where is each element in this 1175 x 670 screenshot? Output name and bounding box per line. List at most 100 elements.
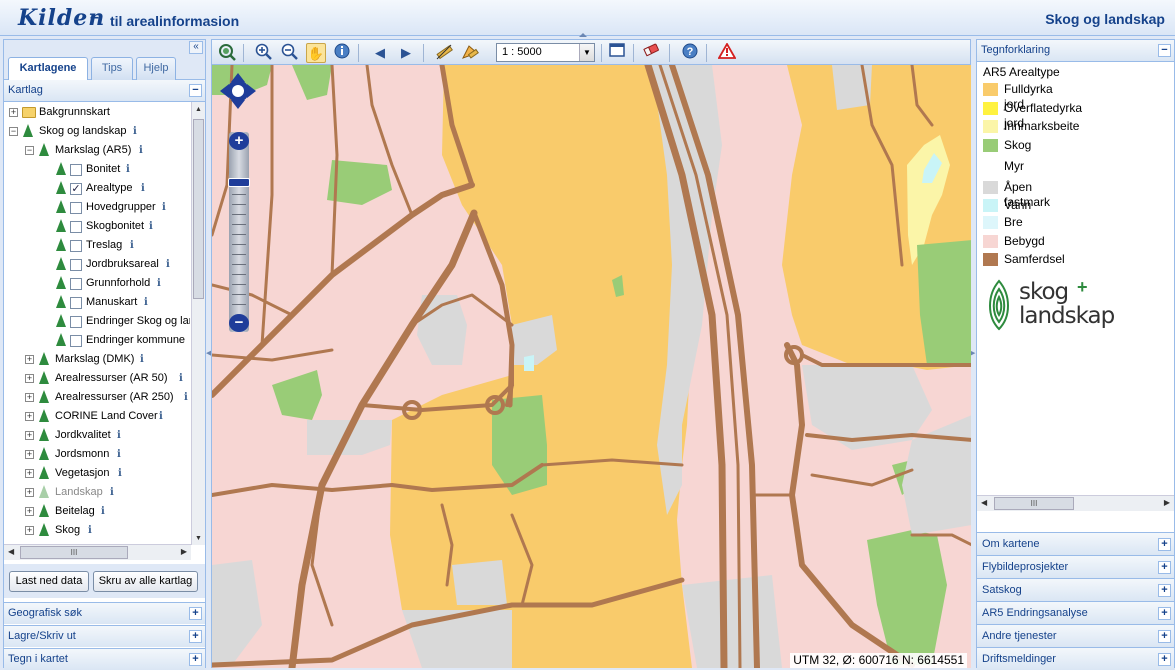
scale-select[interactable]: 1 : 5000 ▼ xyxy=(496,43,595,62)
scroll-right-icon[interactable]: ▶ xyxy=(1164,498,1170,507)
info-icon[interactable]: i xyxy=(130,236,134,255)
section-om-kartene[interactable]: Om kartene + xyxy=(977,532,1174,555)
legend-horizontal-scrollbar[interactable]: ◀ III ▶ xyxy=(977,495,1174,511)
info-icon[interactable]: i xyxy=(133,122,137,141)
tree-item-endringer-skog[interactable]: Endringer Skog og lar xyxy=(4,312,190,331)
info-icon[interactable]: i xyxy=(110,483,114,502)
layer-checkbox[interactable] xyxy=(70,164,82,176)
expand-icon[interactable]: + xyxy=(25,412,34,421)
expand-icon[interactable]: + xyxy=(25,526,34,535)
zoom-slider[interactable]: + − xyxy=(228,132,250,332)
layer-checkbox[interactable] xyxy=(70,278,82,290)
info-icon[interactable]: i xyxy=(141,179,145,198)
info-icon[interactable]: i xyxy=(144,293,148,312)
scroll-left-icon[interactable]: ◀ xyxy=(981,498,987,507)
info-icon[interactable]: i xyxy=(88,521,92,540)
section-satskog[interactable]: Satskog + xyxy=(977,578,1174,601)
map-view[interactable]: + − UTM 32, Ø: 600716 N: 6614551 xyxy=(211,65,971,668)
expand-icon[interactable]: + xyxy=(25,450,34,459)
layer-checkbox[interactable] xyxy=(70,202,82,214)
info-icon[interactable]: i xyxy=(159,407,163,426)
zoom-out-icon[interactable] xyxy=(280,43,300,63)
tree-vertical-scrollbar[interactable]: ▲ ▼ xyxy=(191,102,205,545)
zoom-plus-button[interactable]: + xyxy=(229,132,249,150)
layer-checkbox[interactable] xyxy=(70,240,82,252)
tab-hjelp[interactable]: Hjelp xyxy=(136,57,176,80)
tab-kartlagene[interactable]: Kartlagene xyxy=(8,57,88,81)
expand-icon[interactable]: + xyxy=(1158,607,1171,620)
download-data-button[interactable]: Last ned data xyxy=(9,571,89,592)
info-icon[interactable]: i xyxy=(126,160,130,179)
info-icon[interactable]: i xyxy=(162,198,166,217)
collapse-icon[interactable]: − xyxy=(1158,44,1171,57)
help-icon[interactable]: ? xyxy=(680,43,700,63)
identify-icon[interactable] xyxy=(332,43,352,63)
expand-icon[interactable]: + xyxy=(25,469,34,478)
scroll-up-icon[interactable]: ▲ xyxy=(195,106,202,113)
collapse-left-panel-button[interactable]: « xyxy=(189,41,203,54)
layer-checkbox[interactable] xyxy=(70,221,82,233)
info-icon[interactable]: i xyxy=(157,274,161,293)
expand-icon[interactable]: + xyxy=(1158,653,1171,666)
warning-icon[interactable] xyxy=(717,42,737,63)
tab-tips[interactable]: Tips xyxy=(91,57,133,80)
zoom-in-icon[interactable] xyxy=(254,43,274,63)
section-lagre-skriv-ut[interactable]: Lagre/Skriv ut + xyxy=(4,625,205,647)
scroll-thumb[interactable]: III xyxy=(20,546,128,559)
legend-header[interactable]: Tegnforklaring − xyxy=(977,40,1174,62)
info-icon[interactable]: i xyxy=(184,388,188,407)
collapse-header-icon[interactable] xyxy=(579,33,587,37)
info-icon[interactable]: i xyxy=(117,426,121,445)
info-icon[interactable]: i xyxy=(166,255,170,274)
expand-icon[interactable]: + xyxy=(1158,538,1171,551)
expand-icon[interactable]: + xyxy=(189,653,202,666)
zoom-extent-icon[interactable] xyxy=(217,43,237,63)
layer-checkbox[interactable] xyxy=(70,335,82,347)
collapse-icon[interactable]: − xyxy=(189,84,202,97)
turn-off-layers-button[interactable]: Skru av alle kartlag xyxy=(93,571,198,592)
section-andre-tjenester[interactable]: Andre tjenester + xyxy=(977,624,1174,647)
expand-icon[interactable]: + xyxy=(1158,561,1171,574)
info-icon[interactable]: i xyxy=(139,141,143,160)
zoom-slider-handle[interactable] xyxy=(228,178,250,187)
info-icon[interactable]: i xyxy=(101,502,105,521)
section-flybildeprosjekter[interactable]: Flybildeprosjekter + xyxy=(977,555,1174,578)
expand-icon[interactable]: + xyxy=(25,355,34,364)
expand-icon[interactable]: + xyxy=(1158,584,1171,597)
expand-icon[interactable]: + xyxy=(189,630,202,643)
expand-icon[interactable]: + xyxy=(25,393,34,402)
chevron-down-icon[interactable]: ▼ xyxy=(579,44,594,61)
expand-icon[interactable]: + xyxy=(25,488,34,497)
expand-icon[interactable]: + xyxy=(25,507,34,516)
info-icon[interactable]: i xyxy=(118,464,122,483)
layer-checkbox[interactable] xyxy=(70,316,82,328)
map-canvas[interactable] xyxy=(212,65,971,668)
scroll-right-icon[interactable]: ▶ xyxy=(181,547,187,556)
section-tegn-i-kartet[interactable]: Tegn i kartet + xyxy=(4,648,205,670)
section-ar5-endringsanalyse[interactable]: AR5 Endringsanalyse + xyxy=(977,601,1174,624)
scroll-thumb[interactable]: III xyxy=(994,497,1074,510)
expand-icon[interactable]: + xyxy=(189,607,202,620)
pan-control[interactable] xyxy=(220,73,256,109)
collapse-node-icon[interactable]: − xyxy=(25,146,34,155)
expand-icon[interactable]: + xyxy=(1158,630,1171,643)
layer-checkbox-checked[interactable]: ✓ xyxy=(70,183,82,195)
info-icon[interactable]: i xyxy=(149,217,153,236)
info-icon[interactable]: i xyxy=(179,369,183,388)
tree-horizontal-scrollbar[interactable]: ◀ III ▶ xyxy=(4,544,191,560)
info-icon[interactable]: i xyxy=(117,445,121,464)
eraser-icon[interactable] xyxy=(642,43,662,63)
scroll-left-icon[interactable]: ◀ xyxy=(8,547,14,556)
expand-icon[interactable]: + xyxy=(25,374,34,383)
scroll-down-icon[interactable]: ▼ xyxy=(195,535,202,542)
back-arrow-icon[interactable]: ◀ xyxy=(370,43,390,63)
fullscreen-icon[interactable] xyxy=(607,43,627,63)
section-driftsmeldinger[interactable]: Driftsmeldinger + xyxy=(977,647,1174,670)
scroll-thumb[interactable] xyxy=(193,119,204,299)
measure-area-icon[interactable] xyxy=(460,43,480,63)
kartlag-header[interactable]: Kartlag − xyxy=(4,80,205,102)
section-geografisk-sok[interactable]: Geografisk søk + xyxy=(4,602,205,624)
zoom-minus-button[interactable]: − xyxy=(229,314,249,332)
info-icon[interactable]: i xyxy=(140,350,144,369)
collapse-node-icon[interactable]: − xyxy=(9,127,18,136)
